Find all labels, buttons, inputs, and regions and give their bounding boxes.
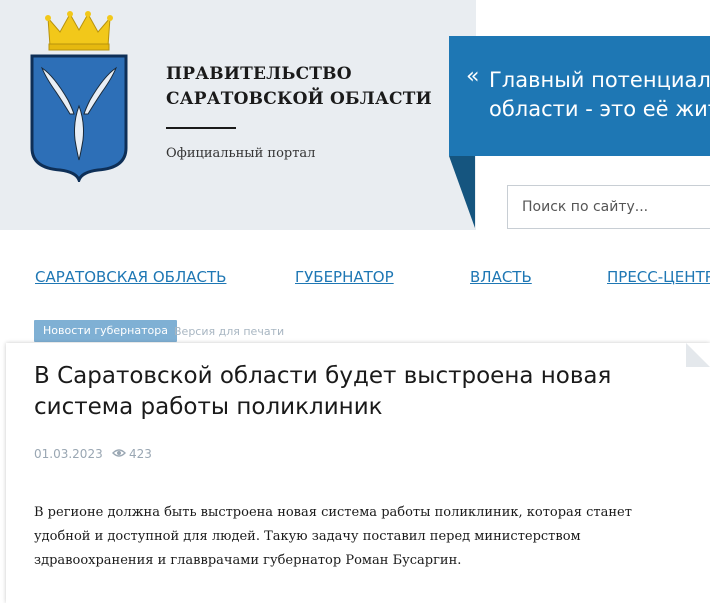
- article-title: В Саратовской области будет выстроена но…: [34, 363, 612, 420]
- nav-item-governor[interactable]: ГУБЕРНАТОР: [295, 268, 394, 286]
- title-divider: [166, 127, 236, 129]
- article-body: В регионе должна быть выстроена новая си…: [34, 505, 632, 568]
- site-title-line1: ПРАВИТЕЛЬСТВО: [166, 64, 352, 84]
- quote-line2: области - это её жит: [489, 97, 710, 121]
- nav-item-authority[interactable]: ВЛАСТЬ: [470, 268, 532, 286]
- crown-icon: [45, 11, 113, 51]
- article-views-count: 423: [129, 447, 152, 461]
- search-input[interactable]: [508, 186, 710, 228]
- site-title[interactable]: ПРАВИТЕЛЬСТВО САРАТОВСКОЙ ОБЛАСТИ: [166, 62, 432, 112]
- quote-text: Главный потенциал области - это её жит: [489, 66, 710, 124]
- quote-line1: Главный потенциал: [489, 68, 710, 92]
- shield-icon: [30, 54, 128, 182]
- quote-mark-icon: «: [466, 64, 480, 89]
- nav-item-press-center[interactable]: ПРЕСС-ЦЕНТР: [607, 268, 710, 286]
- quote-banner-fold: [449, 156, 475, 228]
- card-corner-fold: [686, 343, 710, 367]
- print-version-link[interactable]: Версия для печати: [174, 325, 284, 338]
- search-box: [507, 185, 710, 229]
- nav-item-saratov-region[interactable]: САРАТОВСКАЯ ОБЛАСТЬ: [35, 268, 226, 286]
- article-date: 01.03.2023: [34, 447, 103, 461]
- site-subtitle: Официальный портал: [166, 146, 316, 161]
- coat-of-arms-icon[interactable]: [28, 10, 130, 182]
- tab-governor-news[interactable]: Новости губернатора: [34, 320, 177, 342]
- eye-icon: [112, 449, 126, 457]
- article-card: В Саратовской области будет выстроена но…: [6, 343, 710, 603]
- site-title-line2: САРАТОВСКОЙ ОБЛАСТИ: [166, 89, 432, 109]
